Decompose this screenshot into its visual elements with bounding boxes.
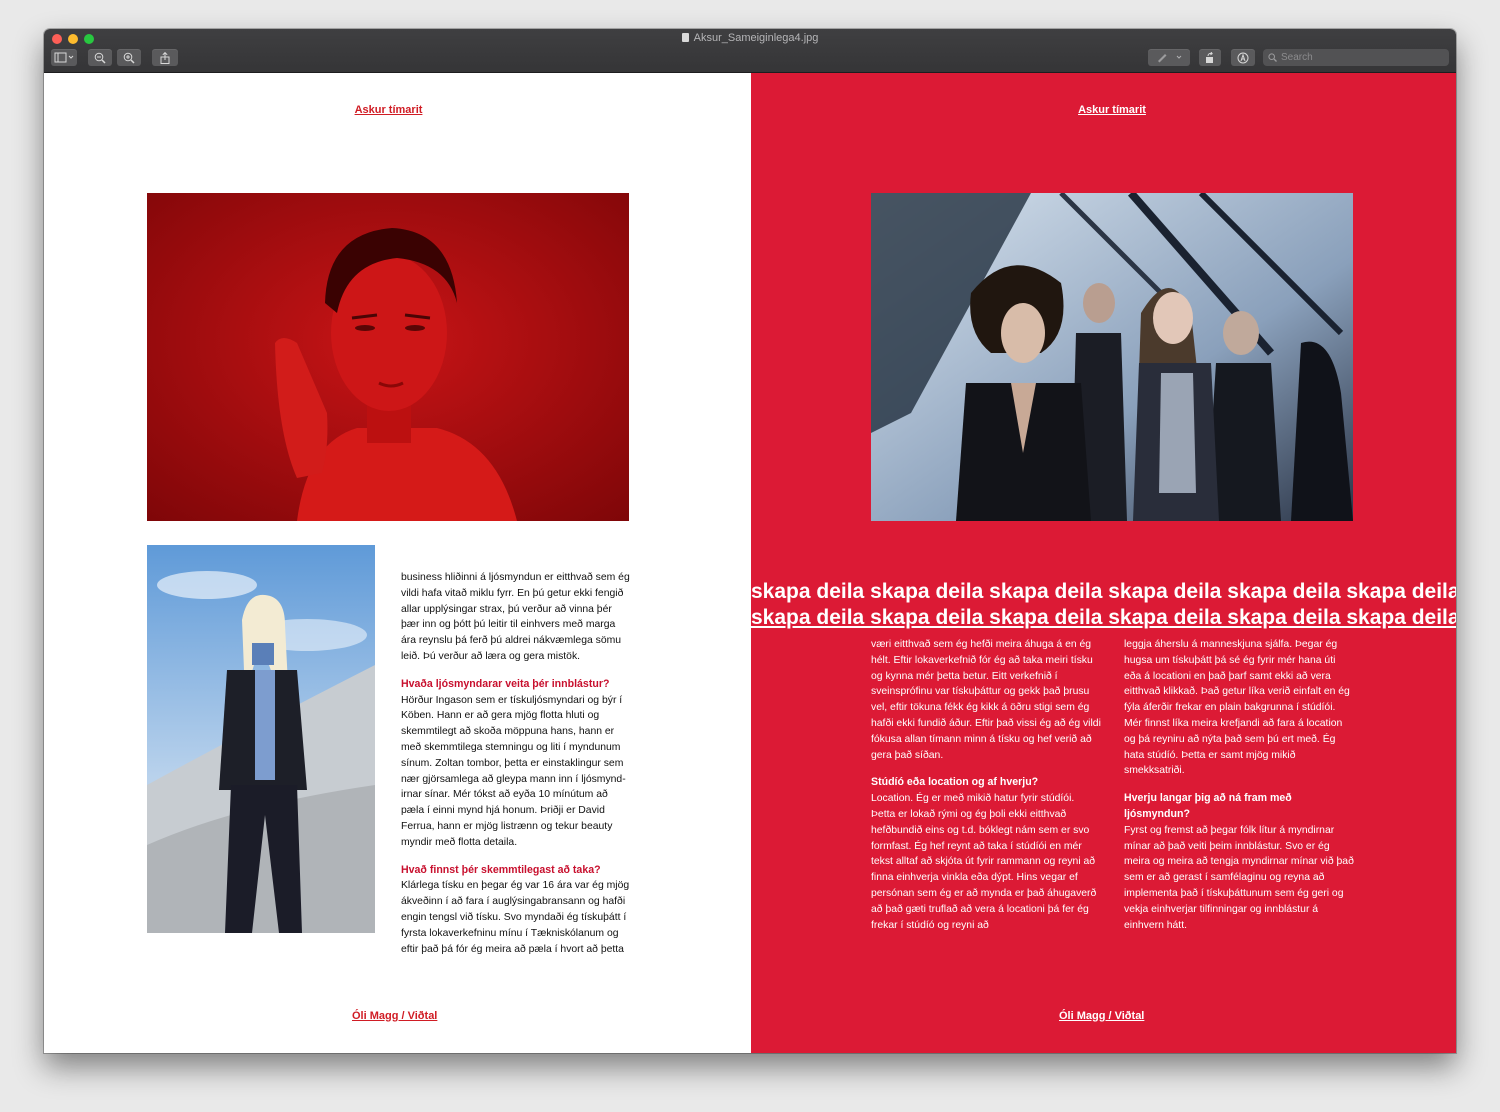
document-view[interactable]: Askur tímarit business hliðinni á ljósmy…	[44, 73, 1456, 1053]
zoom-in-button[interactable]	[117, 49, 141, 66]
markup-pen-button[interactable]	[1148, 49, 1190, 66]
question-heading: Hverju langar þig að ná fram með ljósmyn…	[1124, 792, 1292, 820]
sidebar-icon	[54, 52, 74, 63]
banner-line-1: skapa deila skapa deila skapa deila skap…	[751, 580, 1456, 603]
intro-paragraph: business hliðinni á ljósmyndun er eitthv…	[401, 572, 630, 662]
right-page: Askur tímarit skapa deila skapa deila sk…	[751, 73, 1456, 1053]
rotate-icon	[1206, 52, 1214, 63]
share-button[interactable]	[152, 49, 178, 66]
right-article-column-2: leggja áherslu á manneskjuna sjálfa. Þeg…	[1124, 637, 1354, 945]
search-field[interactable]: Search	[1263, 49, 1449, 66]
document-icon	[681, 33, 689, 42]
page-header: Askur tímarit	[1078, 104, 1146, 116]
body-paragraph: leggja áherslu á manneskjuna sjálfa. Þeg…	[1124, 639, 1350, 777]
question-heading: Hvaða ljósmyndarar veita þér innblástur?	[401, 677, 610, 690]
banner-line-2: skapa deila skapa deila skapa deila skap…	[751, 606, 1456, 629]
left-page: Askur tímarit business hliðinni á ljósmy…	[44, 73, 751, 1053]
markup-toolbar-button[interactable]	[1231, 49, 1255, 66]
body-paragraph: væri eitthvað sem ég hefði meira áhuga á…	[871, 639, 1101, 761]
markup-icon	[1237, 52, 1249, 64]
answer-paragraph: Location. Ég er með mikið hatur fyrir st…	[871, 793, 1097, 931]
zoom-out-icon	[94, 52, 106, 64]
share-icon	[160, 52, 170, 64]
answer-paragraph: Klárlega tísku en þegar ég var 16 ára va…	[401, 880, 630, 955]
preview-window: Aksur_Sameiginlega4.jpg Search Askur tím…	[44, 29, 1456, 1053]
page-footer: Óli Magg / Viðtal	[352, 1010, 438, 1022]
fashion-model-photo	[147, 545, 375, 933]
window-title: Aksur_Sameiginlega4.jpg	[44, 32, 1456, 44]
page-footer: Óli Magg / Viðtal	[1059, 1010, 1145, 1022]
page-header: Askur tímarit	[354, 104, 423, 116]
title-bar: Aksur_Sameiginlega4.jpg Search	[44, 29, 1456, 73]
zoom-in-icon	[123, 52, 135, 64]
pen-icon	[1158, 54, 1182, 63]
answer-paragraph: Fyrst og fremst að þegar fólk lítur á my…	[1124, 824, 1354, 931]
zoom-out-button[interactable]	[88, 49, 112, 66]
answer-paragraph: Hörður Ingason sem er tískuljósmyndari o…	[401, 694, 626, 848]
search-icon	[1268, 53, 1277, 62]
right-article-column-1: væri eitthvað sem ég hefði meira áhuga á…	[871, 637, 1101, 945]
rotate-button[interactable]	[1199, 49, 1221, 66]
runway-models-photo	[871, 193, 1353, 521]
sidebar-toggle-button[interactable]	[51, 49, 77, 66]
portrait-photo	[147, 193, 629, 521]
question-heading: Stúdíó eða location og af hverju?	[871, 776, 1039, 789]
question-heading: Hvað finnst þér skemmtilegast að taka?	[401, 863, 601, 876]
left-article-column: business hliðinni á ljósmyndun er eitthv…	[401, 570, 633, 969]
